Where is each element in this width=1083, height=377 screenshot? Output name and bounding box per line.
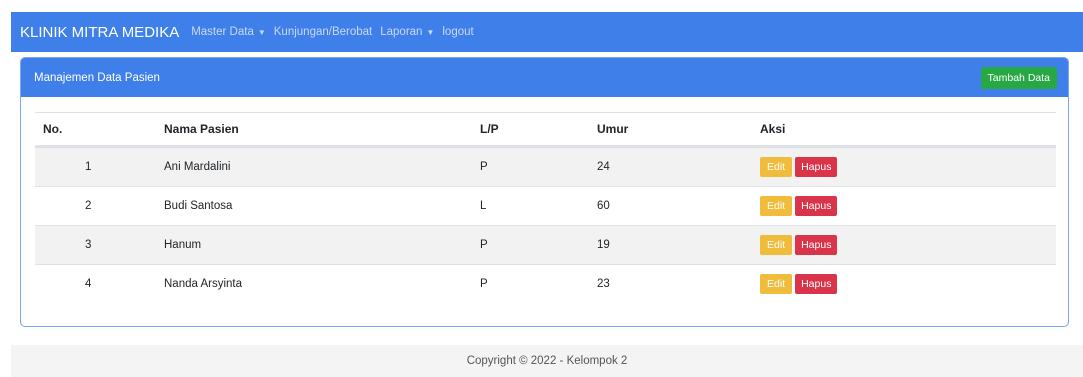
cell-lp: P [480, 278, 488, 290]
header-no: No. [43, 122, 63, 136]
cell-lp: P [480, 239, 488, 251]
header-aksi: Aksi [760, 122, 786, 136]
delete-button[interactable]: Hapus [795, 274, 838, 294]
nav-kunjungan[interactable]: Kunjungan/Berobat [274, 26, 372, 38]
cell-no: 2 [85, 200, 92, 212]
cell-name: Ani Mardalini [164, 161, 231, 173]
cell-aksi: Edit Hapus [760, 235, 1056, 255]
footer: Copyright © 2022 - Kelompok 2 [11, 345, 1083, 377]
edit-button[interactable]: Edit [760, 157, 793, 177]
cell-aksi: Edit Hapus [760, 274, 1056, 294]
table-header-row: No. Nama Pasien L/P Umur Aksi [35, 113, 1056, 147]
delete-button[interactable]: Hapus [795, 196, 838, 216]
cell-lp: L [480, 200, 487, 212]
cell-no: 1 [85, 161, 92, 173]
table-row: 1 Ani Mardalini P 24 Edit Hapus [35, 147, 1056, 186]
edit-button[interactable]: Edit [760, 274, 793, 294]
cell-name: Budi Santosa [164, 200, 233, 212]
cell-umur: 23 [597, 278, 610, 290]
nav-master-data[interactable]: Master Data ▼ [191, 26, 266, 38]
brand-title[interactable]: KLINIK MITRA MEDIKA [20, 24, 179, 41]
cell-umur: 24 [597, 161, 610, 173]
cell-no: 3 [85, 239, 92, 251]
table-row: 4 Nanda Arsyinta P 23 Edit Hapus [35, 264, 1056, 303]
cell-name: Hanum [164, 239, 202, 251]
table-row: 3 Hanum P 19 Edit Hapus [35, 225, 1056, 264]
nav-logout-label: logout [442, 26, 474, 38]
nav-laporan-label: Laporan [380, 26, 423, 38]
nav-logout[interactable]: logout [442, 26, 473, 38]
nav-laporan[interactable]: Laporan ▼ [380, 26, 434, 38]
table-row: 2 Budi Santosa L 60 Edit Hapus [35, 186, 1056, 225]
patient-card: Manajemen Data Pasien Tambah Data No. Na… [20, 57, 1069, 327]
delete-button[interactable]: Hapus [795, 157, 838, 177]
patient-table: No. Nama Pasien L/P Umur Aksi 1 Ani Mard… [35, 112, 1056, 303]
cell-aksi: Edit Hapus [760, 196, 1056, 216]
cell-umur: 60 [597, 200, 610, 212]
delete-button[interactable]: Hapus [795, 235, 838, 255]
copyright-text: Copyright © 2022 - Kelompok 2 [466, 355, 628, 367]
cell-no: 4 [85, 278, 92, 290]
nav-master-data-label: Master Data [191, 26, 254, 38]
header-lp: L/P [480, 122, 499, 136]
caret-down-icon: ▼ [257, 27, 266, 37]
top-navbar: KLINIK MITRA MEDIKA Master Data ▼ Kunjun… [11, 12, 1083, 52]
add-data-button[interactable]: Tambah Data [980, 66, 1057, 89]
header-umur: Umur [597, 122, 629, 136]
nav-kunjungan-label: Kunjungan/Berobat [273, 26, 373, 38]
edit-button[interactable]: Edit [760, 196, 793, 216]
caret-down-icon: ▼ [426, 27, 435, 37]
edit-button[interactable]: Edit [760, 235, 793, 255]
card-header: Manajemen Data Pasien Tambah Data [21, 58, 1068, 97]
cell-lp: P [480, 161, 488, 173]
card-title: Manajemen Data Pasien [34, 71, 160, 84]
cell-aksi: Edit Hapus [760, 157, 1056, 177]
cell-umur: 19 [597, 239, 610, 251]
header-name: Nama Pasien [164, 122, 239, 136]
cell-name: Nanda Arsyinta [164, 278, 242, 290]
